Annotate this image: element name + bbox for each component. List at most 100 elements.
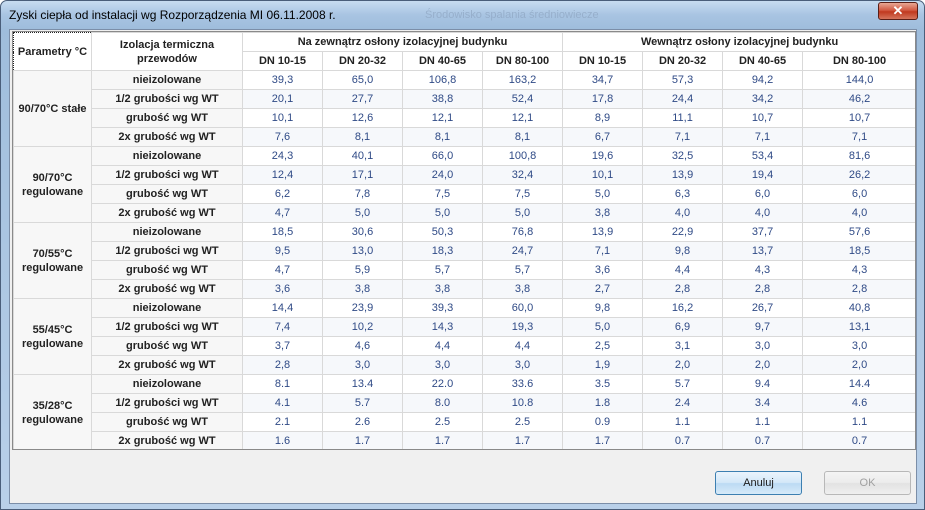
heat-gain-value-cell[interactable]: 14,4 <box>242 298 323 318</box>
heat-gain-value-cell[interactable]: 2,8 <box>802 279 915 299</box>
table-row[interactable]: grubość wg WT 6,2 7,8 7,5 7,5 5,0 6,3 6,0 6,0 <box>14 184 915 204</box>
heat-gain-value-cell[interactable]: 20,1 <box>242 89 323 109</box>
heat-gain-value-cell[interactable]: 17,8 <box>562 89 644 109</box>
heat-gain-value-cell[interactable]: 16,2 <box>642 298 724 318</box>
heat-gain-value-cell[interactable]: 9,8 <box>642 241 724 261</box>
table-row[interactable]: grubość wg WT 10,1 12,6 12,1 12,1 8,9 11,1 10,7… <box>14 108 915 128</box>
heat-gain-value-cell[interactable]: 3,6 <box>562 260 644 280</box>
heat-gain-value-cell[interactable]: 4,3 <box>722 260 804 280</box>
heat-gain-value-cell[interactable]: 144,0 <box>802 70 915 90</box>
heat-gain-value-cell[interactable]: 7,6 <box>242 127 323 147</box>
heat-gain-value-cell[interactable]: 18,5 <box>802 241 915 261</box>
heat-gain-value-cell[interactable]: 1.7 <box>402 431 483 449</box>
heat-gain-value-cell[interactable]: 81,6 <box>802 146 915 166</box>
heat-gain-value-cell[interactable]: 40,8 <box>802 298 915 318</box>
heat-gain-value-cell[interactable]: 9.4 <box>722 374 804 394</box>
heat-gain-value-cell[interactable]: 10,7 <box>722 108 804 128</box>
heat-gain-value-cell[interactable]: 23,9 <box>322 298 403 318</box>
heat-gain-value-cell[interactable]: 53,4 <box>722 146 804 166</box>
heat-gain-value-cell[interactable]: 4,4 <box>642 260 724 280</box>
heat-gain-value-cell[interactable]: 39,3 <box>402 298 483 318</box>
heat-gain-value-cell[interactable]: 13,9 <box>562 222 644 242</box>
heat-gain-value-cell[interactable]: 6,7 <box>562 127 644 147</box>
heat-gain-value-cell[interactable]: 24,4 <box>642 89 724 109</box>
heat-gain-value-cell[interactable]: 5,0 <box>562 317 644 337</box>
heat-gain-value-cell[interactable]: 2,7 <box>562 279 644 299</box>
heat-gain-value-cell[interactable]: 18,5 <box>242 222 323 242</box>
heat-gain-value-cell[interactable]: 19,4 <box>722 165 804 185</box>
heat-gain-value-cell[interactable]: 33.6 <box>481 374 564 394</box>
heat-gain-value-cell[interactable]: 4,0 <box>722 203 804 223</box>
heat-gain-value-cell[interactable]: 2,8 <box>642 279 724 299</box>
table-row[interactable]: 2x grubość wg WT 7,6 8,1 8,1 8,1 6,7 7,1 7,1 7,1 <box>14 127 915 147</box>
heat-gain-value-cell[interactable]: 13.4 <box>322 374 403 394</box>
table-row[interactable]: grubość wg WT 3,7 4,6 4,4 4,4 2,5 3,1 3,0 3,0 <box>14 336 915 356</box>
heat-gain-value-cell[interactable]: 3,8 <box>322 279 403 299</box>
heat-gain-value-cell[interactable]: 5,9 <box>322 260 403 280</box>
header-parameters[interactable]: Parametry °C <box>13 32 92 71</box>
table-row[interactable]: grubość wg WT 4,7 5,9 5,7 5,7 3,6 4,4 4,3 4,3 <box>14 260 915 280</box>
title-bar[interactable]: Zyski ciepła od instalacji wg Rozporządz… <box>1 1 924 29</box>
heat-gain-value-cell[interactable]: 6,2 <box>242 184 323 204</box>
heat-gain-value-cell[interactable]: 1.7 <box>481 431 564 449</box>
heat-gain-value-cell[interactable]: 1,9 <box>562 355 644 375</box>
table-row[interactable]: 2x grubość wg WT 2,8 3,0 3,0 3,0 1,9 2,0 2,0 2,0 <box>14 355 915 375</box>
heat-gain-value-cell[interactable]: 100,8 <box>481 146 564 166</box>
heat-gain-value-cell[interactable]: 14.4 <box>802 374 915 394</box>
heat-gain-value-cell[interactable]: 10,2 <box>322 317 403 337</box>
heat-gain-value-cell[interactable]: 4,7 <box>242 203 323 223</box>
heat-gain-value-cell[interactable]: 10.8 <box>481 393 564 413</box>
heat-gain-value-cell[interactable]: 13,1 <box>802 317 915 337</box>
close-button[interactable]: ✕ <box>878 2 918 20</box>
heat-gain-value-cell[interactable]: 10,1 <box>242 108 323 128</box>
heat-gain-value-cell[interactable]: 2.1 <box>242 412 323 432</box>
heat-gain-value-cell[interactable]: 1.1 <box>642 412 724 432</box>
heat-gain-value-cell[interactable]: 24,7 <box>481 241 564 261</box>
heat-gain-value-cell[interactable]: 50,3 <box>402 222 483 242</box>
heat-gain-value-cell[interactable]: 27,7 <box>322 89 403 109</box>
heat-gain-value-cell[interactable]: 60,0 <box>481 298 564 318</box>
heat-gain-value-cell[interactable]: 1.7 <box>322 431 403 449</box>
heat-gain-value-cell[interactable]: 2,0 <box>642 355 724 375</box>
heat-gain-value-cell[interactable]: 9,8 <box>562 298 644 318</box>
heat-gain-value-cell[interactable]: 3,0 <box>802 336 915 356</box>
heat-gain-value-cell[interactable]: 10,1 <box>562 165 644 185</box>
heat-gain-value-cell[interactable]: 4.1 <box>242 393 323 413</box>
heat-gain-value-cell[interactable]: 2.4 <box>642 393 724 413</box>
heat-gain-value-cell[interactable]: 5,7 <box>481 260 564 280</box>
heat-gain-value-cell[interactable]: 7,1 <box>722 127 804 147</box>
heat-gain-value-cell[interactable]: 2,0 <box>802 355 915 375</box>
table-row[interactable]: 2x grubość wg WT 1.6 1.7 1.7 1.7 1.7 0.7 0.7 0.7 <box>14 431 915 449</box>
heat-gain-value-cell[interactable]: 163,2 <box>481 70 564 90</box>
heat-gain-value-cell[interactable]: 3,0 <box>322 355 403 375</box>
heat-gain-value-cell[interactable]: 8,1 <box>402 127 483 147</box>
heat-gain-value-cell[interactable]: 10,7 <box>802 108 915 128</box>
heat-gain-value-cell[interactable]: 26,2 <box>802 165 915 185</box>
heat-gain-value-cell[interactable]: 26,7 <box>722 298 804 318</box>
table-row[interactable]: 1/2 grubości wg WT 9,5 13,0 18,3 24,7 7,1 9,8 1… <box>14 241 915 261</box>
heat-gain-value-cell[interactable]: 3,6 <box>242 279 323 299</box>
heat-gain-value-cell[interactable]: 0.9 <box>562 412 644 432</box>
heat-gain-value-cell[interactable]: 32,5 <box>642 146 724 166</box>
heat-gain-value-cell[interactable]: 6,9 <box>642 317 724 337</box>
heat-gain-value-cell[interactable]: 2.5 <box>402 412 483 432</box>
heat-gain-value-cell[interactable]: 0.7 <box>642 431 724 449</box>
heat-gain-value-cell[interactable]: 19,3 <box>481 317 564 337</box>
heat-gain-value-cell[interactable]: 5,0 <box>402 203 483 223</box>
heat-gain-value-cell[interactable]: 22.0 <box>402 374 483 394</box>
heat-gain-value-cell[interactable]: 7,8 <box>322 184 403 204</box>
heat-gain-value-cell[interactable]: 30,6 <box>322 222 403 242</box>
heat-gain-value-cell[interactable]: 76,8 <box>481 222 564 242</box>
heat-gain-value-cell[interactable]: 52,4 <box>481 89 564 109</box>
heat-gain-value-cell[interactable]: 3.4 <box>722 393 804 413</box>
heat-gain-value-cell[interactable]: 8,1 <box>322 127 403 147</box>
heat-gain-value-cell[interactable]: 6,3 <box>642 184 724 204</box>
heat-gain-value-cell[interactable]: 0.7 <box>802 431 915 449</box>
heat-gain-value-cell[interactable]: 13,0 <box>322 241 403 261</box>
heat-gain-value-cell[interactable]: 18,3 <box>402 241 483 261</box>
heat-gain-value-cell[interactable]: 24,3 <box>242 146 323 166</box>
heat-gain-value-cell[interactable]: 2,0 <box>722 355 804 375</box>
heat-gain-value-cell[interactable]: 0.7 <box>722 431 804 449</box>
heat-gain-value-cell[interactable]: 65,0 <box>322 70 403 90</box>
heat-gain-value-cell[interactable]: 12,4 <box>242 165 323 185</box>
